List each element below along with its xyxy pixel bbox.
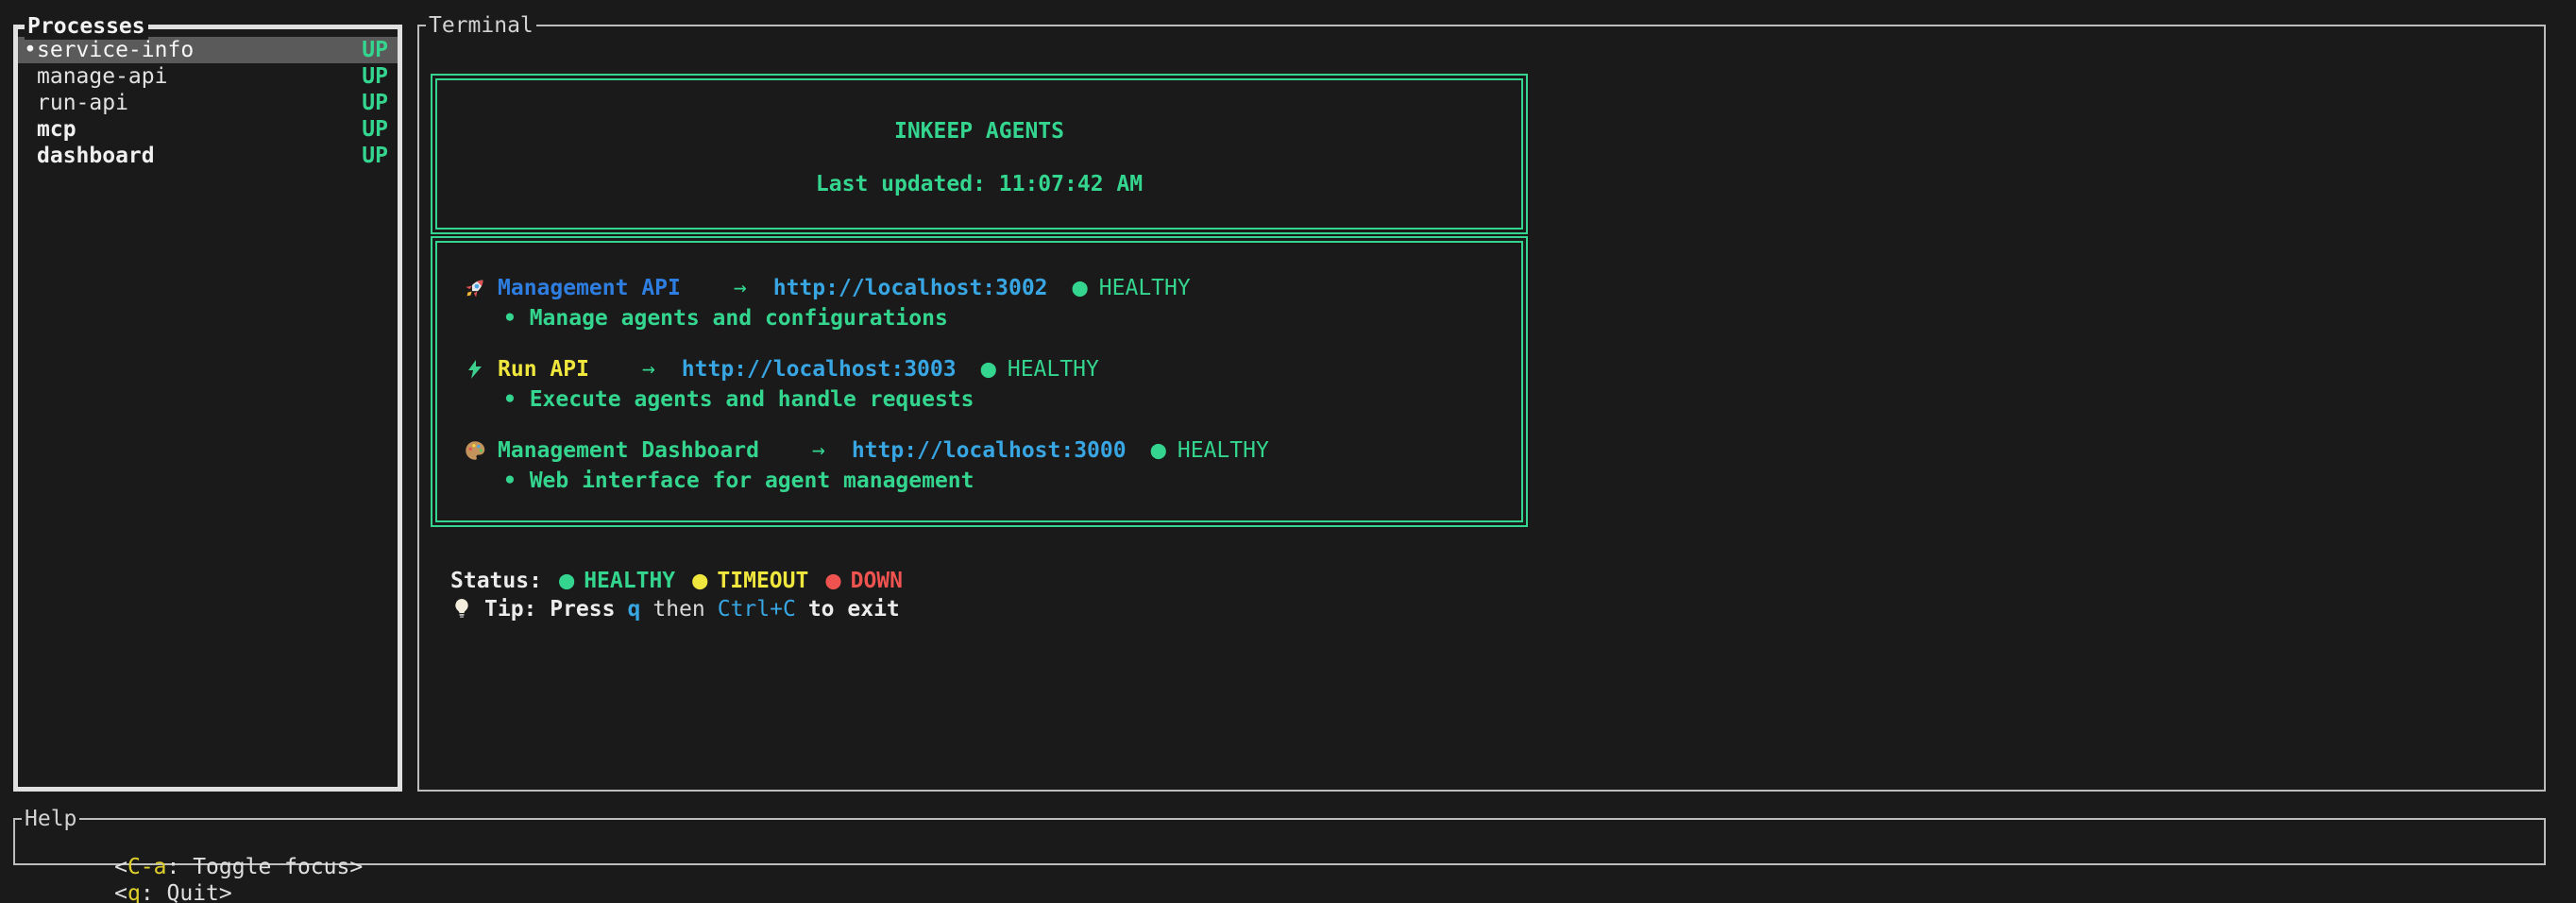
health-dot-icon: ● (1151, 437, 1166, 464)
service-description: • Manage agents and configurations (503, 305, 1521, 332)
terminal-panel-title: Terminal (426, 12, 536, 39)
process-label: service-info (37, 37, 362, 63)
service-health: HEALTHY (1099, 275, 1191, 301)
tip-line: Tip: Press q then Ctrl+C to exit (450, 595, 903, 623)
service-health: HEALTHY (1178, 437, 1269, 464)
services-box: Management API → http://localhost:3002 ●… (431, 236, 1528, 527)
process-status-badge: UP (362, 90, 388, 116)
arrow-icon: → (812, 437, 825, 464)
process-status-badge: UP (362, 116, 388, 143)
arrow-icon: → (642, 356, 655, 383)
service-name: Management Dashboard (498, 437, 759, 464)
processes-panel-title: Processes (25, 13, 148, 40)
bracket: > (349, 855, 363, 879)
lightning-icon (462, 356, 488, 383)
banner-box: INKEEP AGENTS Last updated: 11:07:42 AM (431, 74, 1528, 234)
process-status-badge: UP (362, 63, 388, 90)
shortcut-action: Toggle focus (193, 855, 349, 879)
terminal-panel: Terminal INKEEP AGENTS Last updated: 11:… (417, 25, 2546, 792)
arrow-icon: → (734, 275, 747, 301)
process-row-mcp[interactable]: mcp UP (18, 116, 398, 143)
process-list: • service-info UP manage-api UP run-api … (18, 29, 398, 169)
shortcut-key: q (127, 881, 141, 903)
shortcut-toggle-focus: <C-a: Toggle focus> (114, 855, 363, 879)
app-screen: Processes • service-info UP manage-api U… (0, 0, 2576, 903)
separator: : (167, 855, 194, 879)
lightbulb-icon (450, 597, 475, 622)
process-label: dashboard (37, 143, 362, 169)
rocket-icon (462, 275, 488, 301)
row-prefix (24, 116, 37, 143)
status-legend: Status: ● HEALTHY ● TIMEOUT ● DOWN (450, 567, 903, 595)
help-shortcuts: <C-a: Toggle focus> <q: Quit> <j: Next> … (15, 820, 2544, 903)
process-row-service-info[interactable]: • service-info UP (18, 37, 398, 63)
tip-suffix: to exit (808, 595, 900, 623)
process-label: manage-api (37, 63, 362, 90)
separator: : (141, 881, 167, 903)
process-status-badge: UP (362, 37, 388, 63)
shortcut-action: Quit (167, 881, 219, 903)
tip-label: Tip: Press (484, 595, 615, 623)
row-prefix (24, 90, 37, 116)
health-dot-icon: ● (981, 356, 996, 383)
shortcut-key: C-a (127, 855, 167, 879)
banner-title: INKEEP AGENTS (437, 118, 1521, 145)
status-legend-label: Status: (450, 567, 542, 595)
process-row-run-api[interactable]: run-api UP (18, 90, 398, 116)
process-row-manage-api[interactable]: manage-api UP (18, 63, 398, 90)
service-name: Run API (498, 356, 589, 383)
service-entry-management-api: Management API → http://localhost:3002 ●… (462, 275, 1521, 332)
process-label: mcp (37, 116, 362, 143)
health-dot-icon: ● (1073, 275, 1088, 301)
service-name: Management API (498, 275, 681, 301)
shortcut-quit: <q: Quit> (114, 881, 232, 903)
palette-icon (462, 437, 488, 464)
healthy-dot-icon: ● (559, 568, 574, 594)
service-entry-management-dashboard: Management Dashboard → http://localhost:… (462, 437, 1521, 494)
service-description: • Web interface for agent management (503, 468, 1521, 494)
bracket: < (114, 855, 127, 879)
service-url[interactable]: http://localhost:3003 (682, 356, 957, 383)
bracket: > (219, 881, 232, 903)
healthy-label: HEALTHY (584, 567, 675, 595)
selected-bullet: • (24, 37, 37, 63)
row-prefix (24, 143, 37, 169)
service-description: • Execute agents and handle requests (503, 386, 1521, 413)
help-panel: Help <C-a: Toggle focus> <q: Quit> <j: N… (13, 818, 2546, 865)
status-footer: Status: ● HEALTHY ● TIMEOUT ● DOWN Tip: … (450, 567, 903, 623)
processes-panel: Processes • service-info UP manage-api U… (13, 25, 402, 792)
service-entry-run-api: Run API → http://localhost:3003 ● HEALTH… (462, 356, 1521, 413)
help-panel-title: Help (22, 806, 79, 832)
row-prefix (24, 63, 37, 90)
process-row-dashboard[interactable]: dashboard UP (18, 143, 398, 169)
banner-last-updated: Last updated: 11:07:42 AM (437, 171, 1521, 197)
tip-key-q: q (627, 595, 640, 623)
down-label: DOWN (851, 567, 903, 595)
bracket: < (114, 881, 127, 903)
process-label: run-api (37, 90, 362, 116)
service-url[interactable]: http://localhost:3000 (852, 437, 1127, 464)
down-dot-icon: ● (825, 568, 840, 594)
tip-connector: then (652, 595, 704, 623)
timeout-label: TIMEOUT (717, 567, 808, 595)
service-health: HEALTHY (1008, 356, 1099, 383)
tip-key-ctrl-c: Ctrl+C (718, 595, 796, 623)
service-url[interactable]: http://localhost:3002 (773, 275, 1048, 301)
process-status-badge: UP (362, 143, 388, 169)
timeout-dot-icon: ● (692, 568, 707, 594)
